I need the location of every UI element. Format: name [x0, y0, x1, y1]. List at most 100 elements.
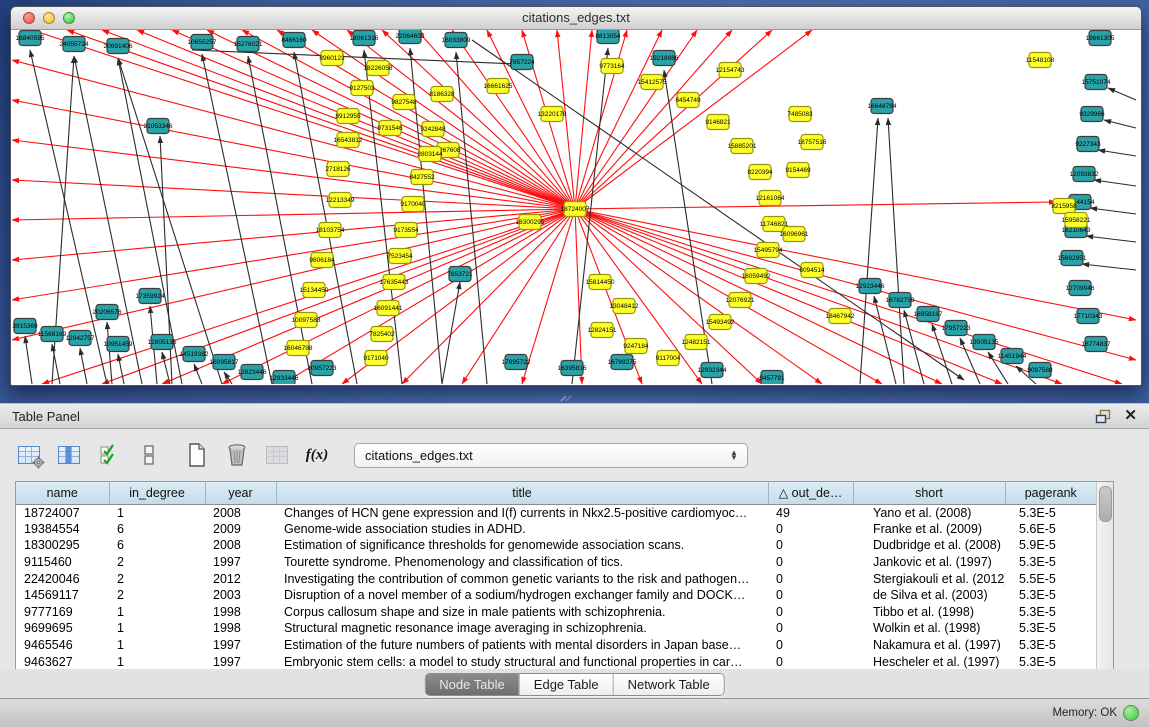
cell-year[interactable]: 1998 [205, 604, 276, 621]
table-row[interactable]: 946362711997Embryonic stem cells: a mode… [16, 653, 1096, 670]
graph-node[interactable]: 8220394 [747, 165, 773, 180]
graph-node[interactable]: 9806184 [309, 253, 335, 268]
cell-in_degree[interactable]: 6 [109, 537, 205, 554]
column-header-year[interactable]: year [205, 482, 276, 504]
cell-in_degree[interactable]: 1 [109, 604, 205, 621]
cell-name[interactable]: 9463627 [16, 653, 109, 670]
graph-node[interactable]: 12076921 [726, 293, 755, 308]
graph-node[interactable]: 9242848 [420, 122, 446, 137]
graph-node[interactable]: 8215958 [1051, 199, 1077, 214]
cell-out_degree[interactable]: 0 [768, 637, 853, 654]
scrollbar-thumb[interactable] [1099, 486, 1112, 522]
graph-node[interactable]: 8912955 [335, 109, 361, 124]
cell-title[interactable]: Disruption of a novel member of a sodium… [276, 587, 768, 604]
graph-node[interactable]: 18103754 [316, 223, 345, 238]
delete-column-icon[interactable] [222, 440, 252, 470]
graph-node[interactable]: 7485083 [787, 107, 813, 122]
graph-node[interactable]: 12942757 [66, 331, 95, 346]
graph-node[interactable]: 10951459 [104, 337, 133, 352]
cell-in_degree[interactable]: 1 [109, 653, 205, 670]
graph-node[interactable]: 8427552 [409, 170, 435, 185]
graph-node[interactable]: 9773164 [599, 59, 625, 74]
graph-node[interactable]: 16095817 [210, 355, 239, 370]
graph-node[interactable]: 9097588 [1027, 363, 1053, 378]
cell-pagerank[interactable]: 5.3E-5 [1005, 554, 1096, 571]
column-header-short[interactable]: short [853, 482, 1005, 504]
cell-year[interactable]: 2012 [205, 570, 276, 587]
table-row[interactable]: 1456911722003Disruption of a novel membe… [16, 587, 1096, 604]
graph-node[interactable]: 16543812 [334, 133, 363, 148]
graph-node[interactable]: 15493492 [706, 315, 735, 330]
graph-node[interactable]: 20691406 [104, 39, 133, 54]
cell-pagerank[interactable]: 5.3E-5 [1005, 604, 1096, 621]
cell-short[interactable]: Jankovic et al. (1997) [853, 554, 1005, 571]
graph-node[interactable]: 7857224 [509, 55, 535, 70]
function-builder-icon[interactable]: f(x) [302, 440, 332, 470]
cell-short[interactable]: Tibbo et al. (1998) [853, 604, 1005, 621]
graph-node[interactable]: 8466160 [281, 33, 307, 48]
graph-node[interactable]: 9247184 [623, 339, 649, 354]
graph-node[interactable]: 19661305 [1086, 31, 1115, 46]
graph-node[interactable]: 7523454 [387, 249, 413, 264]
cell-pagerank[interactable]: 5.3E-5 [1005, 620, 1096, 637]
cell-name[interactable]: 9465546 [16, 637, 109, 654]
graph-node[interactable]: 19218986 [650, 51, 679, 66]
cell-out_degree[interactable]: 0 [768, 537, 853, 554]
cell-out_degree[interactable]: 0 [768, 604, 853, 621]
graph-node[interactable]: 22064603 [396, 30, 425, 44]
graph-node[interactable]: 9127503 [349, 81, 375, 96]
column-header-out_degree[interactable]: △ out_de… [768, 482, 853, 504]
graph-node[interactable]: 16788275 [608, 355, 637, 370]
cell-name[interactable]: 22420046 [16, 570, 109, 587]
cell-year[interactable]: 2009 [205, 521, 276, 538]
graph-node[interactable]: 2718126 [325, 162, 351, 177]
graph-node[interactable]: 16661625 [484, 79, 513, 94]
cell-in_degree[interactable]: 2 [109, 570, 205, 587]
graph-node[interactable]: 12482151 [682, 335, 711, 350]
table-row[interactable]: 969969511998Structural magnetic resonanc… [16, 620, 1096, 637]
cell-short[interactable]: Dudbridge et al. (2008) [853, 537, 1005, 554]
cell-name[interactable]: 14569117 [16, 587, 109, 604]
graph-node[interactable]: 16648784 [868, 99, 897, 114]
cell-pagerank[interactable]: 5.3E-5 [1005, 587, 1096, 604]
graph-node[interactable]: 12709046 [1066, 281, 1095, 296]
graph-node[interactable]: 9146821 [705, 115, 731, 130]
table-row[interactable]: 1938455462009Genome-wide association stu… [16, 521, 1096, 538]
graph-node[interactable]: 8094514 [799, 263, 825, 278]
graph-node[interactable]: 16046798 [284, 341, 313, 356]
graph-node[interactable]: 16774837 [1082, 337, 1111, 352]
float-panel-icon[interactable] [1095, 409, 1112, 424]
graph-node[interactable]: 15276021 [234, 37, 263, 52]
cell-name[interactable]: 9777169 [16, 604, 109, 621]
graph-node[interactable]: 11548108 [1026, 53, 1055, 68]
graph-node[interactable]: 17359924 [136, 289, 165, 304]
graph-node[interactable]: 9171040 [363, 351, 389, 366]
graph-node[interactable]: 18226058 [364, 61, 393, 76]
graph-node[interactable]: 13505135 [970, 335, 999, 350]
cell-out_degree[interactable]: 49 [768, 504, 853, 521]
cell-short[interactable]: Yano et al. (2008) [853, 504, 1005, 521]
graph-node[interactable]: 15751074 [1082, 75, 1111, 90]
graph-node[interactable]: 17895722 [502, 355, 531, 370]
table-row[interactable]: 2242004622012Investigating the contribut… [16, 570, 1096, 587]
graph-node[interactable]: 12093832 [1070, 167, 1099, 182]
graph-node[interactable]: 9227343 [1075, 137, 1101, 152]
graph-node[interactable]: 12161064 [756, 191, 785, 206]
graph-node[interactable]: 8960123 [319, 51, 345, 66]
cell-title[interactable]: Structural magnetic resonance image aver… [276, 620, 768, 637]
tab-edge-table[interactable]: Edge Table [520, 674, 614, 695]
cell-pagerank[interactable]: 5.6E-5 [1005, 521, 1096, 538]
cell-pagerank[interactable]: 5.9E-5 [1005, 537, 1096, 554]
graph-node[interactable]: 9170040 [400, 197, 426, 212]
column-header-name[interactable]: name [16, 482, 109, 504]
graph-node[interactable]: 16395816 [558, 361, 587, 376]
column-header-in_degree[interactable]: in_degree [109, 482, 205, 504]
graph-node[interactable]: 9154469 [785, 163, 811, 178]
graph-node[interactable]: 15814450 [586, 275, 615, 290]
graph-node[interactable]: 21053346 [144, 119, 173, 134]
graph-node[interactable]: 12805135 [148, 335, 177, 350]
select-all-rows-icon[interactable] [94, 440, 124, 470]
graph-node[interactable]: 9731546 [377, 121, 403, 136]
cell-title[interactable]: Investigating the contribution of common… [276, 570, 768, 587]
network-canvas-container[interactable]: 1684059524055724206914061065525715276021… [12, 30, 1138, 384]
